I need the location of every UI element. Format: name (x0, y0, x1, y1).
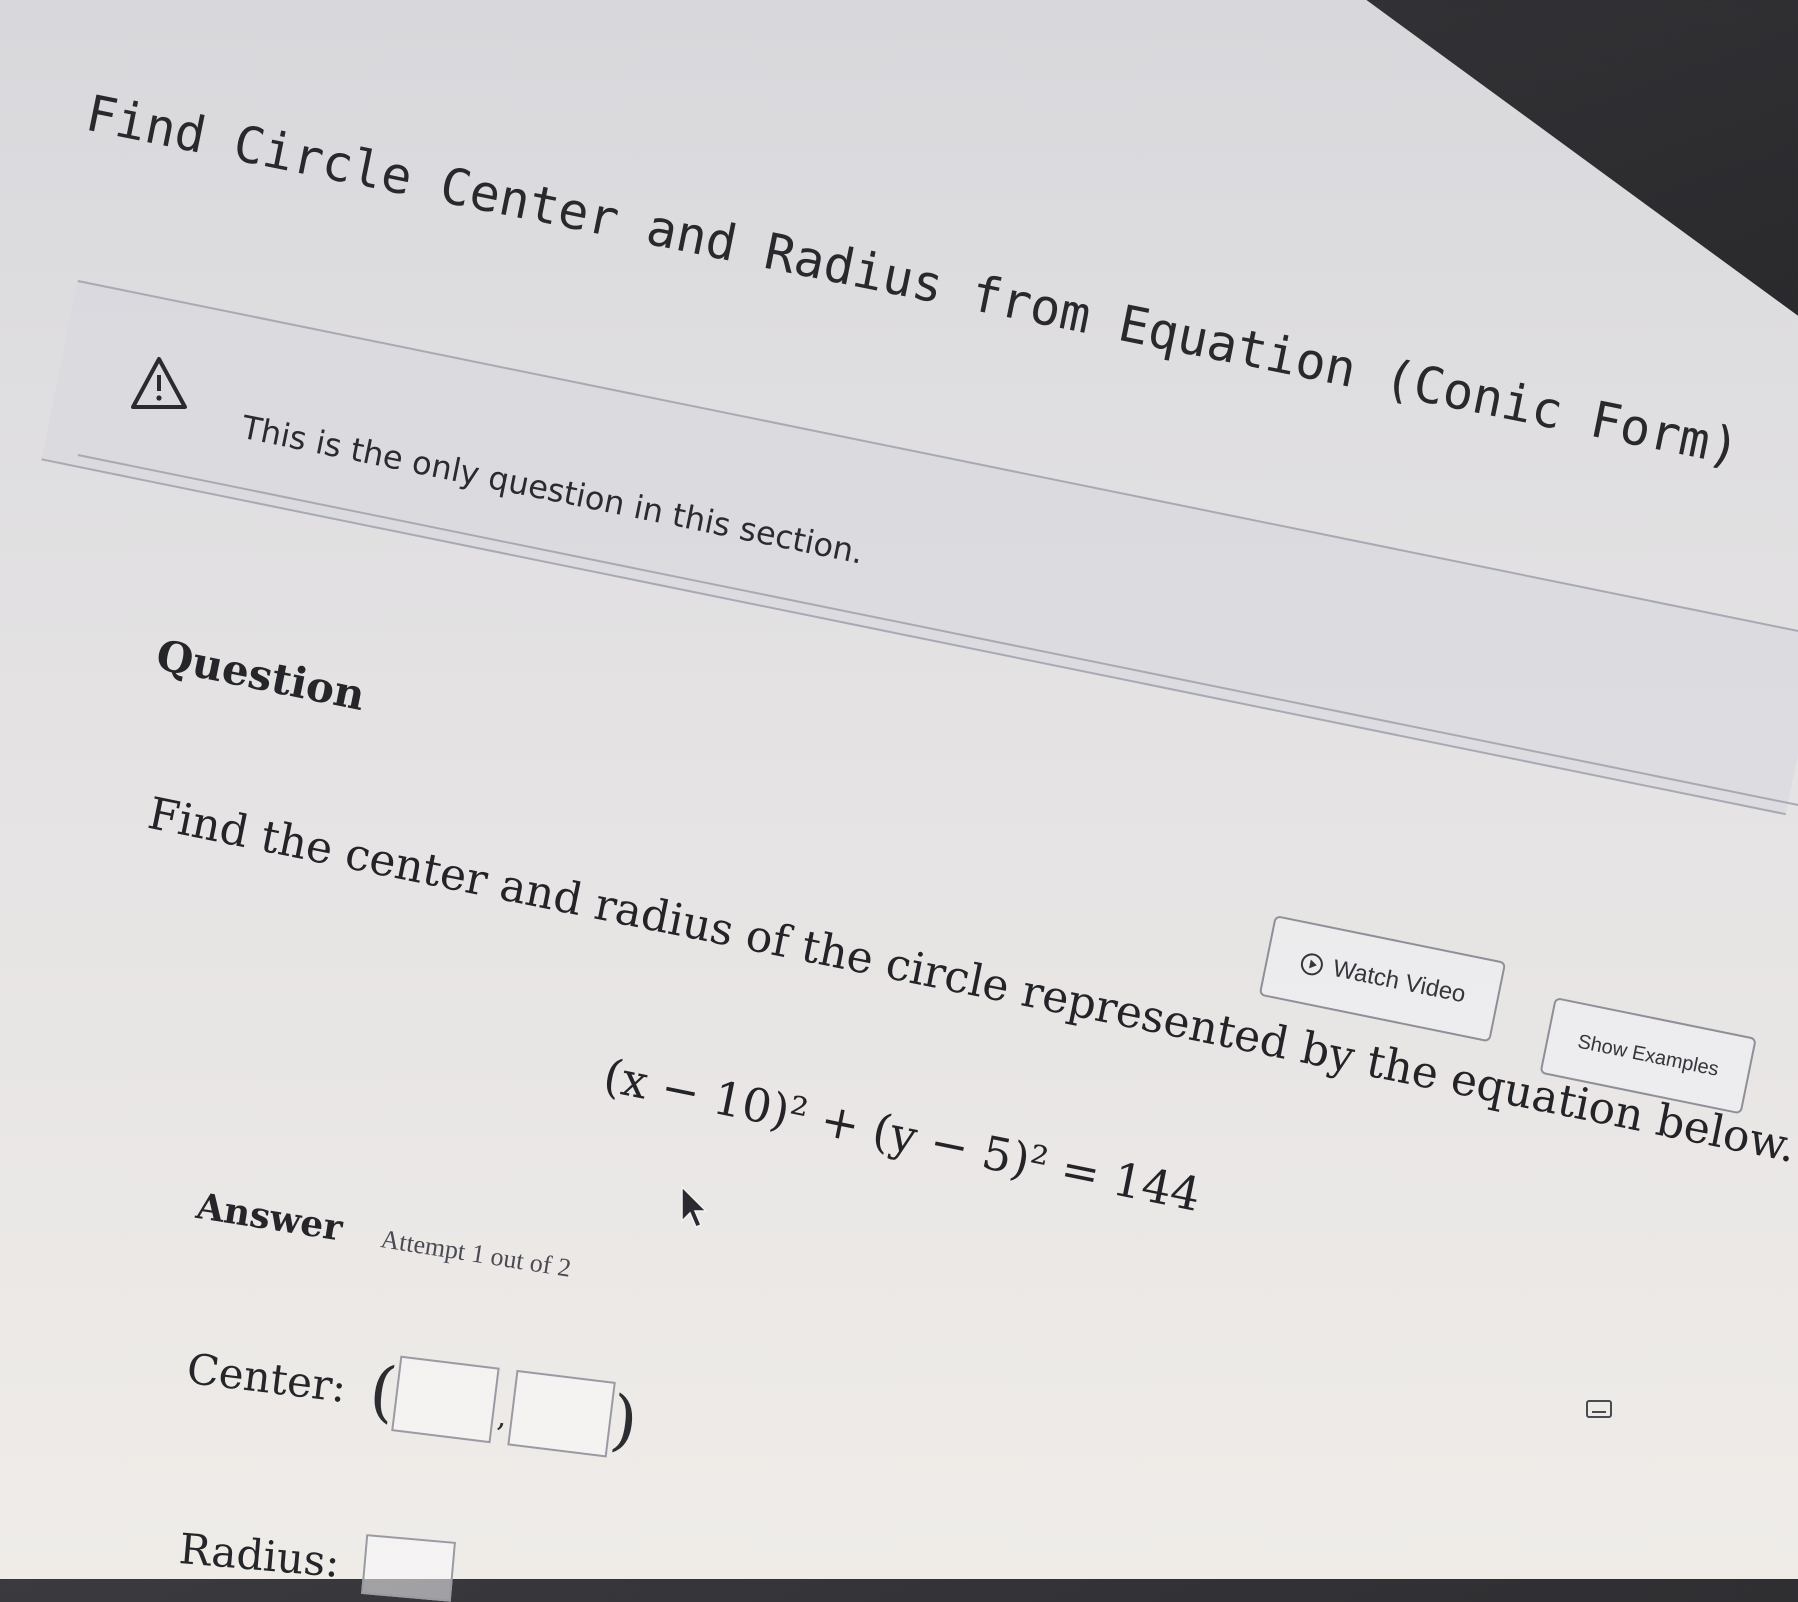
keyboard-icon[interactable] (1585, 1398, 1613, 1420)
center-separator: , (495, 1399, 510, 1435)
warning-icon (131, 357, 187, 409)
play-circle-icon (1300, 953, 1323, 976)
mouse-cursor-icon (681, 1185, 708, 1228)
show-examples-label: Show Examples (1575, 1030, 1721, 1081)
center-label: Center: (184, 1343, 350, 1412)
center-y-input[interactable] (507, 1369, 617, 1458)
center-x-input[interactable] (390, 1355, 500, 1444)
radius-label: Radius: (177, 1523, 342, 1587)
watch-video-label: Watch Video (1330, 954, 1468, 1009)
radius-input[interactable] (360, 1534, 456, 1602)
